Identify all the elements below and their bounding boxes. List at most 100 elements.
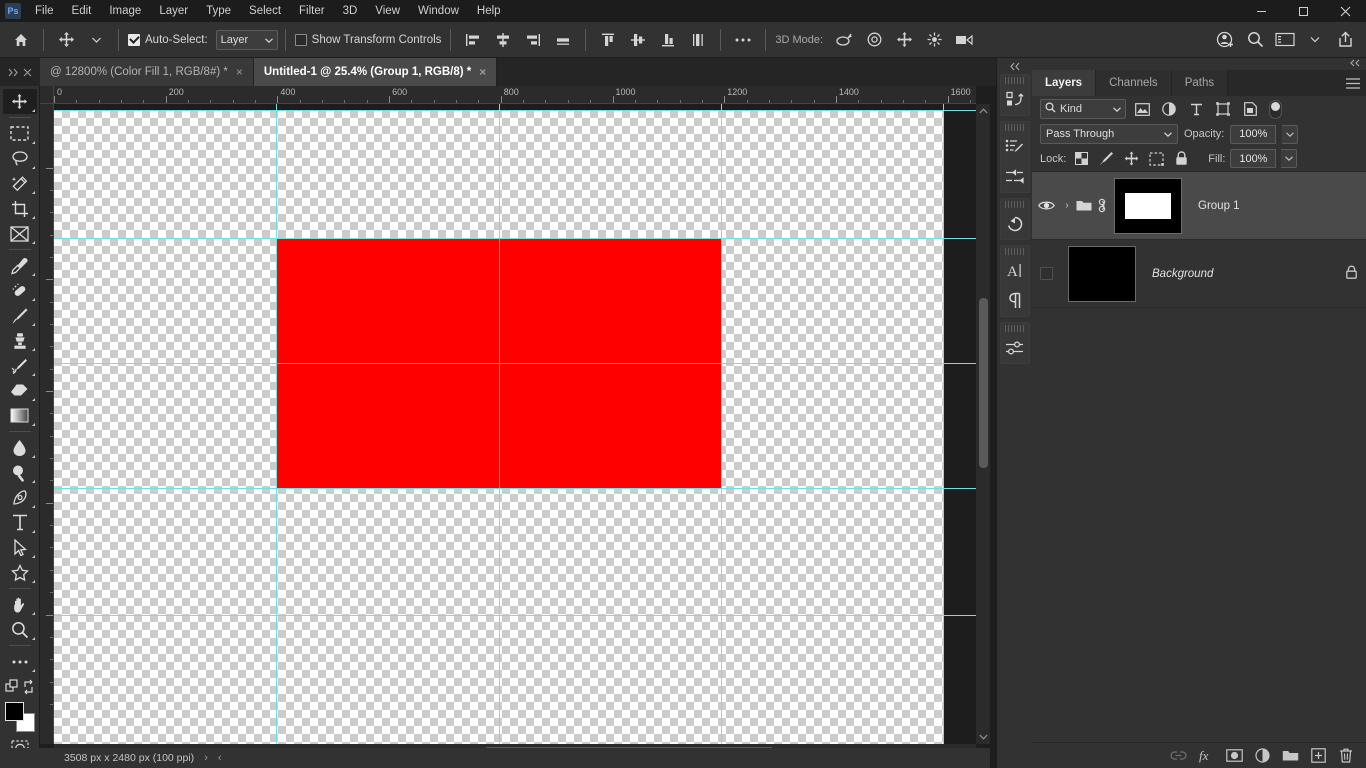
move-tool[interactable]	[2, 89, 37, 114]
history-icon[interactable]	[1001, 209, 1029, 239]
layer-mask-thumbnail[interactable]	[1114, 177, 1182, 234]
horizontal-ruler[interactable]: 0 200 400 600 800 1000 1200 1400 1600	[54, 86, 976, 104]
canvas-viewport[interactable]	[54, 104, 976, 744]
share-icon[interactable]	[1330, 26, 1360, 54]
distribute-horizontal-icon[interactable]	[683, 26, 713, 54]
lock-position-icon[interactable]	[1121, 149, 1141, 169]
libraries-icon[interactable]	[1001, 85, 1029, 115]
tab-paths[interactable]: Paths	[1171, 70, 1229, 96]
close-icon[interactable]: ×	[479, 66, 486, 78]
layer-visibility-toggle[interactable]	[1032, 240, 1060, 308]
hand-tool[interactable]	[3, 592, 37, 617]
link-mask-icon[interactable]	[1094, 198, 1110, 213]
paragraph-icon[interactable]	[1001, 286, 1029, 316]
menu-select[interactable]: Select	[240, 0, 290, 22]
delete-layer-icon[interactable]	[1334, 745, 1358, 767]
opacity-stepper-icon[interactable]	[1282, 124, 1299, 144]
move-tool-icon[interactable]	[51, 26, 81, 54]
brushes-icon[interactable]	[1001, 162, 1029, 192]
menu-view[interactable]: View	[366, 0, 409, 22]
blend-mode-dropdown[interactable]: Pass Through	[1040, 124, 1178, 144]
layer-visibility-toggle[interactable]	[1032, 172, 1060, 240]
pen-tool[interactable]	[3, 485, 37, 510]
layer-row[interactable]: Background	[1032, 240, 1366, 308]
type-tool[interactable]	[3, 510, 37, 535]
lasso-tool[interactable]	[3, 146, 37, 171]
lock-transparent-pixels-icon[interactable]	[1071, 149, 1091, 169]
document-tab-1[interactable]: Untitled-1 @ 25.4% (Group 1, RGB/8) * ×	[253, 58, 498, 86]
workspace-icon[interactable]	[1270, 26, 1300, 54]
dodge-tool[interactable]	[3, 460, 37, 485]
ruler-corner[interactable]	[40, 86, 54, 104]
layers-list[interactable]: › Group 1 Background	[1032, 172, 1366, 742]
foreground-color-swatch[interactable]	[4, 702, 24, 721]
link-layers-icon[interactable]	[1166, 745, 1190, 767]
panel-menu-icon[interactable]	[1340, 70, 1366, 96]
vertical-scroll-track[interactable]	[976, 118, 990, 730]
slide-3d-icon[interactable]	[919, 26, 949, 54]
default-colors-and-swap[interactable]	[3, 674, 37, 699]
smart-object-filter-icon[interactable]	[1239, 99, 1261, 119]
tab-layers[interactable]: Layers	[1032, 70, 1097, 96]
expand-group-icon[interactable]: ›	[1060, 200, 1074, 211]
guide-horizontal[interactable]	[54, 110, 976, 111]
status-prev-icon[interactable]: ‹	[218, 752, 222, 764]
more-options-icon[interactable]	[728, 26, 758, 54]
edit-toolbar[interactable]	[3, 649, 37, 674]
guide-vertical[interactable]	[276, 104, 277, 744]
lock-image-pixels-icon[interactable]	[1096, 149, 1116, 169]
character-icon[interactable]: A	[1001, 256, 1029, 286]
layer-name[interactable]: Group 1	[1198, 200, 1240, 212]
brush-tool[interactable]	[3, 303, 37, 328]
collapse-rail-icon[interactable]	[997, 58, 1033, 74]
panel-grip[interactable]	[1004, 201, 1025, 208]
align-vertical-centers-icon[interactable]	[548, 26, 578, 54]
layer-row[interactable]: › Group 1	[1032, 172, 1366, 240]
add-layer-mask-icon[interactable]	[1222, 745, 1246, 767]
vertical-scrollbar[interactable]	[976, 104, 990, 744]
search-icon[interactable]	[1240, 26, 1270, 54]
chevron-up-icon[interactable]	[976, 104, 990, 118]
clone-stamp-tool[interactable]	[3, 328, 37, 353]
adjustment-layer-filter-icon[interactable]	[1158, 99, 1180, 119]
shape-tool[interactable]	[3, 560, 37, 585]
rectangular-marquee-tool[interactable]	[3, 121, 37, 146]
menu-edit[interactable]: Edit	[63, 0, 101, 22]
guide-vertical[interactable]	[721, 104, 722, 744]
new-group-icon[interactable]	[1278, 745, 1302, 767]
path-selection-tool[interactable]	[3, 535, 37, 560]
close-button[interactable]	[1324, 0, 1366, 22]
opacity-input[interactable]: 100%	[1230, 124, 1277, 144]
document-tab-0[interactable]: @ 12800% (Color Fill 1, RGB/8#) * ×	[40, 58, 254, 86]
menu-layer[interactable]: Layer	[150, 0, 197, 22]
fill-stepper-icon[interactable]	[1281, 149, 1298, 168]
menu-3d[interactable]: 3D	[334, 0, 367, 22]
layer-name[interactable]: Background	[1152, 268, 1213, 280]
blur-tool[interactable]	[3, 435, 37, 460]
zoom-tool[interactable]	[3, 617, 37, 642]
collapse-panels-icon[interactable]	[0, 58, 40, 86]
shape-layer-filter-icon[interactable]	[1212, 99, 1234, 119]
panel-grip[interactable]	[1004, 124, 1025, 131]
fill-input[interactable]: 100%	[1230, 149, 1277, 168]
vertical-scroll-thumb[interactable]	[979, 298, 988, 468]
layer-styles-icon[interactable]: fx	[1194, 745, 1218, 767]
orbit-3d-icon[interactable]	[829, 26, 859, 54]
frame-tool[interactable]	[3, 221, 37, 246]
collapse-panel-icon[interactable]	[1349, 59, 1361, 70]
brush-settings-icon[interactable]	[1001, 132, 1029, 162]
tab-channels[interactable]: Channels	[1096, 70, 1172, 96]
minimize-button[interactable]	[1240, 0, 1282, 22]
panel-grip[interactable]	[1004, 77, 1025, 84]
guide-horizontal[interactable]	[54, 238, 976, 239]
align-horizontal-centers-icon[interactable]	[488, 26, 518, 54]
adjustments-icon[interactable]	[1001, 333, 1029, 363]
menu-help[interactable]: Help	[468, 0, 510, 22]
auto-select-control[interactable]: Auto-Select:	[128, 33, 208, 46]
eyedropper-tool[interactable]	[3, 253, 37, 278]
eraser-tool[interactable]	[3, 378, 37, 403]
panel-grip[interactable]	[1004, 248, 1025, 255]
gradient-tool[interactable]	[3, 403, 37, 428]
tool-preset-chevron-icon[interactable]	[81, 26, 111, 54]
chevron-down-icon[interactable]	[976, 730, 990, 744]
